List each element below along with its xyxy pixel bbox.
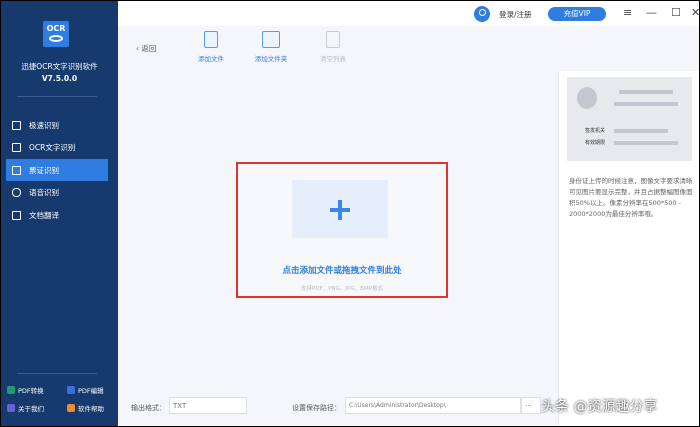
label: PDF编辑 (78, 387, 104, 395)
label: 票证识别 (29, 165, 59, 175)
label: 软件帮助 (78, 405, 104, 413)
label: 添加文件夹 (254, 55, 288, 63)
pdf-convert-link[interactable]: PDF转换 (7, 385, 44, 395)
microphone-icon (12, 187, 21, 197)
trash-icon (326, 31, 340, 48)
placeholder-bar (614, 102, 678, 106)
help-icon (67, 404, 75, 412)
path-label: 设置保存路径： (292, 404, 341, 412)
placeholder-bar (614, 129, 668, 133)
label: 极速识别 (29, 120, 59, 130)
label: 语音识别 (29, 187, 59, 197)
pdf-edit-link[interactable]: PDF编辑 (67, 385, 104, 395)
label: OCR文字识别 (29, 142, 76, 152)
sidebar-item-translate[interactable]: 文档翻译 (6, 204, 108, 226)
app-logo: OCR (43, 21, 69, 47)
drop-subtitle: 支持PDF、PNG、JPG、BMP格式 (301, 286, 383, 292)
sidebar: OCR 迅捷OCR文字识别软件 V7.5.0.0 极速识别 OCR文字识别 票证识… (1, 1, 118, 426)
maximize-button[interactable]: ☐ (671, 6, 681, 19)
field-label: 签发机关 (585, 128, 606, 134)
app-title: 迅捷OCR文字识别软件 (21, 62, 98, 71)
clear-list-button[interactable]: 清空列表 (308, 31, 358, 63)
app-window: OCR 迅捷OCR文字识别软件 V7.5.0.0 极速识别 OCR文字识别 票证识… (1, 1, 699, 426)
placeholder-bar (614, 141, 678, 145)
sidebar-item-ocr[interactable]: OCR文字识别 (6, 136, 108, 158)
pdf-convert-icon (7, 386, 15, 394)
close-button[interactable]: ✕ (691, 6, 699, 19)
sidebar-item-voice[interactable]: 语音识别 (6, 181, 108, 203)
format-select[interactable]: TXT (169, 397, 247, 414)
divider (17, 373, 97, 374)
right-panel: 签发机关 有效期限 身份证上传的时候注意，图像文字要求清晰可见图片要显示完整，并… (558, 71, 699, 426)
sidebar-item-fast[interactable]: 极速识别 (6, 114, 108, 136)
avatar-icon (577, 87, 597, 109)
divider (17, 96, 97, 97)
app-version: V7.5.0.0 (41, 74, 78, 83)
add-file-icon (204, 31, 218, 48)
label: 关于我们 (18, 405, 44, 413)
text-icon (12, 142, 21, 152)
help-link[interactable]: 软件帮助 (67, 403, 104, 413)
card-icon (12, 165, 21, 175)
translate-icon (12, 210, 21, 220)
label: 清空列表 (320, 55, 346, 63)
title-bar: 登录/注册 充值VIP ≡ — ☐ ✕ (118, 1, 699, 26)
id-card-illustration: 签发机关 有效期限 (567, 77, 692, 161)
add-folder-button[interactable]: 添加文件夹 (246, 31, 296, 63)
upload-tip: 身份证上传的时候注意，图像文字要求清晰可见图片要显示完整，并且占据整幅图像面积5… (569, 177, 693, 218)
menu-button[interactable]: ≡ (623, 6, 632, 19)
user-avatar-icon[interactable] (474, 6, 490, 22)
field-label: 有效期限 (585, 140, 606, 146)
eye-icon (49, 35, 63, 42)
app-name: 迅捷OCR文字识别软件 V7.5.0.0 (1, 61, 118, 85)
add-file-button[interactable]: 添加文件 (186, 31, 236, 63)
vip-button[interactable]: 充值VIP (548, 7, 606, 21)
logo-text: OCR (46, 24, 66, 33)
info-icon (7, 404, 15, 412)
minimize-button[interactable]: — (646, 6, 657, 19)
label: PDF转换 (18, 387, 44, 395)
back-button[interactable]: ‹ 返回 (136, 43, 156, 54)
placeholder-bar (619, 90, 673, 94)
add-folder-icon (262, 31, 280, 48)
label: 文档翻译 (29, 210, 59, 220)
about-link[interactable]: 关于我们 (7, 403, 44, 413)
format-label: 输出格式： (131, 404, 166, 412)
watermark: 头条 @资源趣分享 (541, 399, 658, 415)
fast-icon (12, 120, 21, 130)
login-link[interactable]: 登录/注册 (499, 9, 532, 20)
label: 添加文件 (198, 55, 224, 63)
sidebar-item-ticket[interactable]: 票证识别 (6, 159, 108, 181)
back-label: 返回 (141, 44, 157, 53)
path-input[interactable]: C:\Users\Administrator\Desktop\ (345, 397, 521, 414)
drop-zone[interactable]: 点击添加文件或拖拽文件到此处 支持PDF、PNG、JPG、BMP格式 (236, 162, 448, 298)
add-card (292, 180, 388, 238)
drop-title: 点击添加文件或拖拽文件到此处 (282, 266, 402, 276)
browse-button[interactable]: ··· (521, 397, 541, 414)
pdf-edit-icon (67, 386, 75, 394)
plus-icon-v (338, 200, 342, 220)
